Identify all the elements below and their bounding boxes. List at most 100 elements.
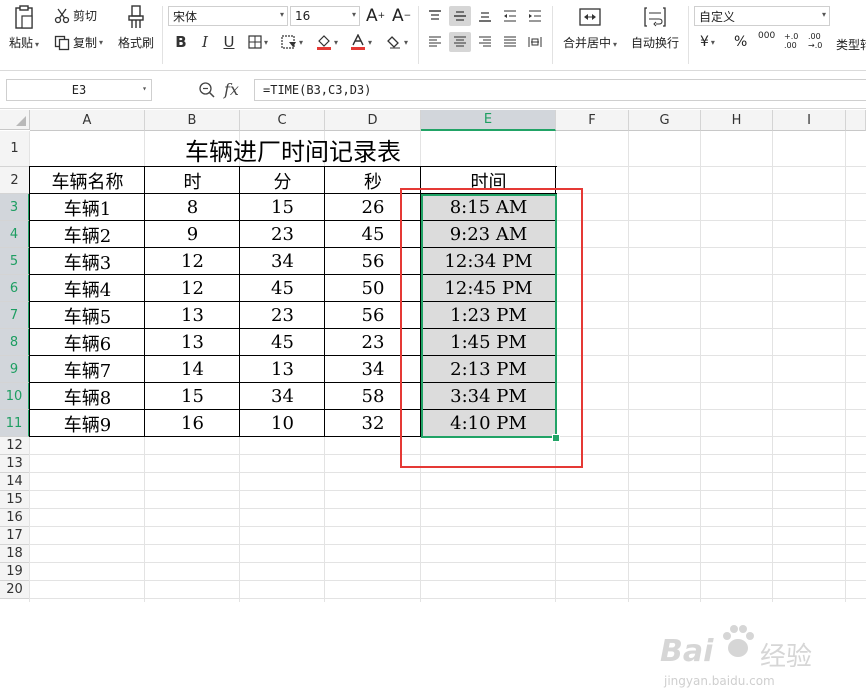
sheet-title[interactable]: 车辆进厂时间记录表 bbox=[30, 131, 556, 167]
name-box[interactable]: E3 ▾ bbox=[6, 79, 152, 101]
zoom-lookup-icon[interactable] bbox=[198, 81, 216, 103]
cell-hour[interactable]: 16 bbox=[145, 410, 240, 437]
formula-input[interactable]: =TIME(B3,C3,D3) bbox=[254, 79, 866, 101]
cell-hour[interactable]: 13 bbox=[145, 329, 240, 356]
cell-vehicle[interactable]: 车辆1 bbox=[30, 194, 145, 221]
header-cell-hour[interactable]: 时 bbox=[145, 167, 240, 194]
cell-minute[interactable]: 15 bbox=[240, 194, 325, 221]
font-name-select[interactable]: 宋体 ▾ bbox=[168, 6, 288, 26]
decrease-indent-button[interactable] bbox=[499, 6, 521, 26]
column-header-g[interactable]: G bbox=[629, 110, 701, 131]
increase-decimal-button[interactable]: +.0 .00 bbox=[784, 32, 802, 50]
align-left-button[interactable] bbox=[424, 32, 446, 52]
cell-hour[interactable]: 12 bbox=[145, 248, 240, 275]
column-header-e[interactable]: E bbox=[421, 110, 556, 131]
select-all-corner[interactable] bbox=[0, 110, 30, 130]
font-color-button[interactable]: ▾ bbox=[346, 32, 376, 52]
number-format-select[interactable]: 自定义 ▾ bbox=[694, 6, 830, 26]
cell-vehicle[interactable]: 车辆6 bbox=[30, 329, 145, 356]
row-header-15[interactable]: 15 bbox=[0, 491, 30, 509]
row-header-1[interactable]: 1 bbox=[0, 131, 30, 167]
underline-button[interactable]: U bbox=[218, 32, 240, 52]
row-header-19[interactable]: 19 bbox=[0, 563, 30, 581]
fill-color-button[interactable]: ▾ bbox=[312, 32, 342, 52]
borders-button[interactable]: ▾ bbox=[244, 32, 272, 52]
row-header-3[interactable]: 3 bbox=[0, 194, 30, 221]
copy-button[interactable]: 复制 ▾ bbox=[54, 34, 103, 51]
header-cell-minute[interactable]: 分 bbox=[240, 167, 325, 194]
row-header-5[interactable]: 5 bbox=[0, 248, 30, 275]
header-cell-vehicle[interactable]: 车辆名称 bbox=[30, 167, 145, 194]
row-header-14[interactable]: 14 bbox=[0, 473, 30, 491]
cell-minute[interactable]: 23 bbox=[240, 221, 325, 248]
cell-hour[interactable]: 9 bbox=[145, 221, 240, 248]
column-header-d[interactable]: D bbox=[325, 110, 421, 131]
row-header-16[interactable]: 16 bbox=[0, 509, 30, 527]
shrink-font-button[interactable]: A − bbox=[392, 6, 411, 26]
column-header-h[interactable]: H bbox=[701, 110, 773, 131]
decrease-decimal-button[interactable]: .00 →.0 bbox=[808, 32, 830, 50]
cell-vehicle[interactable]: 车辆2 bbox=[30, 221, 145, 248]
cell-minute[interactable]: 34 bbox=[240, 248, 325, 275]
cell-hour[interactable]: 13 bbox=[145, 302, 240, 329]
italic-button[interactable]: I bbox=[194, 32, 216, 52]
cell-minute[interactable]: 45 bbox=[240, 329, 325, 356]
align-middle-button[interactable] bbox=[449, 6, 471, 26]
cell-vehicle[interactable]: 车辆7 bbox=[30, 356, 145, 383]
row-header-13[interactable]: 13 bbox=[0, 455, 30, 473]
row-header-12[interactable]: 12 bbox=[0, 437, 30, 455]
increase-indent-button[interactable] bbox=[524, 6, 546, 26]
align-top-button[interactable] bbox=[424, 6, 446, 26]
row-header-7[interactable]: 7 bbox=[0, 302, 30, 329]
align-right-button[interactable] bbox=[474, 32, 496, 52]
cut-button[interactable]: 剪切 bbox=[54, 7, 97, 24]
cell-vehicle[interactable]: 车辆9 bbox=[30, 410, 145, 437]
align-center-button[interactable] bbox=[449, 32, 471, 52]
cell-vehicle[interactable]: 车辆3 bbox=[30, 248, 145, 275]
grow-font-button[interactable]: A + bbox=[366, 6, 385, 26]
spreadsheet-grid[interactable]: ABCDEFGHI 1 2 3 4 5 6 7 8 9 10 11 12 13 14 15 16 17 18 19 2… bbox=[0, 110, 866, 688]
column-header-c[interactable]: C bbox=[240, 110, 325, 131]
format-painter-button[interactable]: 格式刷 bbox=[116, 4, 156, 51]
row-header-17[interactable]: 17 bbox=[0, 527, 30, 545]
clear-format-button[interactable]: ▾ bbox=[382, 32, 412, 52]
distributed-align-button[interactable] bbox=[524, 32, 546, 52]
cell-style-button[interactable]: ▾ bbox=[278, 32, 306, 52]
justify-button[interactable] bbox=[499, 32, 521, 52]
cell-hour[interactable]: 14 bbox=[145, 356, 240, 383]
bold-button[interactable]: B bbox=[170, 32, 192, 52]
currency-button[interactable]: ¥ ▾ bbox=[700, 34, 715, 50]
row-header-4[interactable]: 4 bbox=[0, 221, 30, 248]
row-header-6[interactable]: 6 bbox=[0, 275, 30, 302]
font-size-select[interactable]: 16 ▾ bbox=[290, 6, 360, 26]
percent-button[interactable]: % bbox=[734, 34, 747, 50]
row-header-2[interactable]: 2 bbox=[0, 167, 30, 194]
merge-center-button[interactable]: 合并居中 ▾ bbox=[560, 6, 620, 51]
cell-minute[interactable]: 13 bbox=[240, 356, 325, 383]
paste-button[interactable]: 粘贴 ▾ bbox=[8, 4, 40, 51]
cell-hour[interactable]: 8 bbox=[145, 194, 240, 221]
row-header-9[interactable]: 9 bbox=[0, 356, 30, 383]
wrap-text-button[interactable]: 自动换行 bbox=[628, 6, 682, 51]
cell-vehicle[interactable]: 车辆5 bbox=[30, 302, 145, 329]
row-header-10[interactable]: 10 bbox=[0, 383, 30, 410]
insert-function-button[interactable]: fx bbox=[224, 80, 239, 99]
row-header-18[interactable]: 18 bbox=[0, 545, 30, 563]
column-header-f[interactable]: F bbox=[556, 110, 629, 131]
column-header-i[interactable]: I bbox=[773, 110, 846, 131]
row-header-8[interactable]: 8 bbox=[0, 329, 30, 356]
column-header-overflow[interactable] bbox=[846, 110, 866, 131]
cell-minute[interactable]: 23 bbox=[240, 302, 325, 329]
align-bottom-button[interactable] bbox=[474, 6, 496, 26]
cell-minute[interactable]: 45 bbox=[240, 275, 325, 302]
cell-minute[interactable]: 10 bbox=[240, 410, 325, 437]
cell-vehicle[interactable]: 车辆4 bbox=[30, 275, 145, 302]
thousands-separator-button[interactable]: 000 bbox=[758, 32, 776, 41]
row-header-11[interactable]: 11 bbox=[0, 410, 30, 437]
column-header-b[interactable]: B bbox=[145, 110, 240, 131]
cell-hour[interactable]: 15 bbox=[145, 383, 240, 410]
cell-hour[interactable]: 12 bbox=[145, 275, 240, 302]
cell-minute[interactable]: 34 bbox=[240, 383, 325, 410]
type-convert-button[interactable]: 类型转 bbox=[836, 36, 866, 53]
row-header-20[interactable]: 20 bbox=[0, 581, 30, 599]
